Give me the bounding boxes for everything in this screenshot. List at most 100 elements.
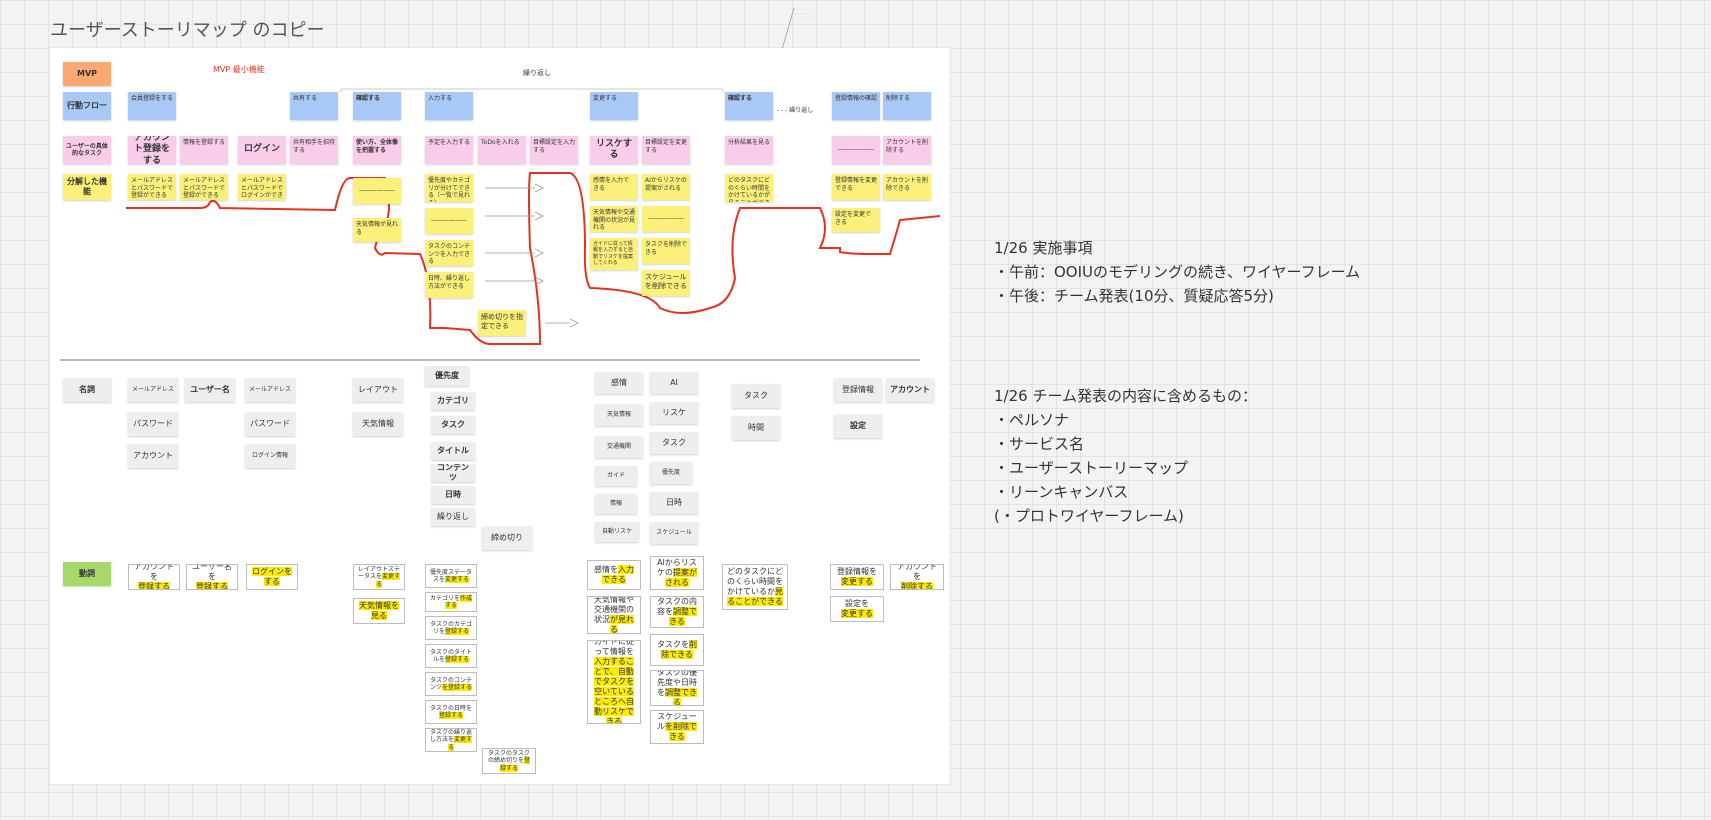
noun-sticky[interactable]: 日時 <box>650 492 698 514</box>
verb-sticky[interactable]: タスクのコンテンツを登録する <box>425 672 477 696</box>
noun-sticky[interactable]: スケジュール <box>650 522 698 544</box>
verb-sticky[interactable]: タスクの優先度や日時を調整できる <box>650 670 704 706</box>
noun-sticky[interactable]: タスク <box>650 432 698 454</box>
feature-sticky[interactable]: メールアドレスとパスワードで登録ができる <box>128 174 176 200</box>
noun-sticky[interactable]: 天気情報 <box>595 404 643 426</box>
noun-sticky[interactable]: コンテンツ <box>431 464 475 482</box>
task-sticky[interactable]: アカウントを削除する <box>883 136 931 164</box>
feature-sticky[interactable]: AIからリスケの提案がされる <box>642 174 690 200</box>
feature-sticky[interactable]: メールアドレスとパスワードで登録ができる <box>180 174 228 200</box>
noun-sticky[interactable]: 時間 <box>732 416 780 440</box>
flow-sticky[interactable]: 入力する <box>425 92 473 120</box>
flow-sticky[interactable]: 変更する <box>590 92 638 120</box>
verb-sticky[interactable]: 天気情報を見る <box>353 598 405 624</box>
noun-sticky[interactable]: 自動リスケ <box>595 522 639 542</box>
feature-sticky[interactable]: タスクを削除できる <box>642 238 690 264</box>
noun-row-label[interactable]: 名詞 <box>63 378 111 402</box>
task-sticky[interactable]: 目標設定を変更する <box>642 136 690 164</box>
task-sticky[interactable]: 分析結果を見る <box>725 136 773 164</box>
feature-sticky[interactable]: 登録情報を変更できる <box>832 174 880 200</box>
noun-sticky[interactable]: アカウント <box>128 444 178 468</box>
verb-sticky[interactable]: ユーザー名を 登録する <box>186 564 238 590</box>
flow-sticky[interactable]: 削除する <box>883 92 931 120</box>
meeting-notes-2[interactable]: 1/26 チーム発表の内容に含めるもの： ・ペルソナ ・サービス名 ・ユーザース… <box>994 384 1257 528</box>
feature-sticky[interactable]: 優先度やカテゴリが分けてできる（一覧で見れる） <box>425 174 473 202</box>
noun-sticky[interactable]: リスケ <box>650 402 698 424</box>
verb-sticky[interactable]: アカウントを 登録する <box>128 564 180 590</box>
feature-row-label[interactable]: 分解した機能 <box>63 174 111 200</box>
verb-sticky[interactable]: どのタスクにどのくらい時間をかけているか見ることができる <box>722 564 788 610</box>
noun-sticky[interactable]: カテゴリ <box>431 392 475 410</box>
task-sticky[interactable]: アカウント登録をする <box>128 136 176 164</box>
feature-sticky[interactable]: メールアドレスとパスワードでログインができる <box>238 174 286 200</box>
task-sticky[interactable]: リスケする <box>590 136 638 164</box>
noun-sticky[interactable]: 設定 <box>834 414 882 438</box>
verb-sticky[interactable]: レイアウトステータスを変更する <box>353 564 405 590</box>
noun-sticky[interactable]: 感情 <box>595 372 643 394</box>
verb-sticky[interactable]: タスクのタイトルを登録する <box>425 644 477 668</box>
verb-sticky[interactable]: タスクを削除できる <box>650 634 704 666</box>
feature-sticky[interactable]: —————— <box>353 178 401 204</box>
meeting-notes-1[interactable]: 1/26 実施事項 ・午前：OOIUのモデリングの続き、ワイヤーフレーム ・午後… <box>994 236 1360 308</box>
feature-sticky[interactable]: ガイドに従って情報を入力すると自動でリスケを提案してくれる <box>590 238 638 270</box>
feature-sticky[interactable]: —————— <box>425 208 473 234</box>
noun-sticky[interactable]: AI <box>650 372 698 394</box>
verb-sticky[interactable]: ログインをする <box>246 564 298 590</box>
noun-sticky[interactable]: タイトル <box>431 442 475 460</box>
verb-sticky[interactable]: AIからリスケの提案がされる <box>650 556 704 590</box>
verb-sticky[interactable]: タスクの内容を調整できる <box>650 596 704 628</box>
verb-sticky[interactable]: スケジュールを削除できる <box>650 710 704 744</box>
task-sticky[interactable]: —————— <box>832 136 880 164</box>
noun-sticky[interactable]: 交通機関 <box>595 436 643 458</box>
noun-sticky[interactable]: タスク <box>732 384 780 408</box>
noun-sticky[interactable]: 日時 <box>431 486 475 504</box>
feature-sticky[interactable]: どのタスクにどのくらい時間をかけているかが見ることができる <box>725 174 773 202</box>
verb-sticky[interactable]: 優先度ステータスを変更する <box>425 564 477 588</box>
verb-sticky[interactable]: タスクの繰り返し方法を変更する <box>425 728 477 752</box>
noun-sticky[interactable]: ユーザー名 <box>185 378 235 402</box>
noun-sticky[interactable]: 情報 <box>595 494 637 514</box>
verb-row-label[interactable]: 動詞 <box>63 562 111 586</box>
noun-sticky[interactable]: アカウント <box>886 378 934 402</box>
noun-sticky[interactable]: メールアドレス <box>128 378 178 402</box>
noun-sticky[interactable]: メールアドレス <box>245 378 295 402</box>
flow-sticky[interactable]: 登録情報の確認 <box>832 92 880 120</box>
verb-sticky[interactable]: タスクのカテゴリを登録する <box>425 616 477 640</box>
feature-sticky[interactable]: 設定を変更できる <box>832 208 880 232</box>
flow-sticky[interactable]: 会員登録をする <box>128 92 176 120</box>
feature-sticky[interactable]: スケジュールを削除できる <box>642 270 690 296</box>
noun-sticky[interactable]: 締め切り <box>482 526 532 550</box>
story-map-board[interactable]: MVP MVP 最小機能 繰り返し - - - 繰り返し 行動フロー 会員登録を… <box>50 48 950 784</box>
noun-sticky[interactable]: パスワード <box>245 412 295 436</box>
feature-sticky[interactable]: 天気情報や交通機関の状況が見れる <box>590 206 638 232</box>
feature-sticky[interactable]: 締め切りを指定できる <box>478 310 526 336</box>
noun-sticky[interactable]: 天気情報 <box>353 412 403 436</box>
flow-sticky[interactable]: 確認する <box>353 92 401 120</box>
noun-sticky[interactable]: ログイン情報 <box>245 444 295 468</box>
noun-sticky[interactable]: ガイド <box>595 466 637 486</box>
noun-sticky[interactable]: 繰り返し <box>431 508 475 526</box>
noun-sticky[interactable]: タスク <box>431 416 475 434</box>
verb-sticky[interactable]: 天気情報や交通機関の状況が見れる <box>587 596 641 634</box>
noun-sticky[interactable]: レイアウト <box>353 378 403 402</box>
verb-sticky[interactable]: タスクの日時を登録する <box>425 700 477 724</box>
feature-sticky[interactable]: タスクのコンテンツを入力できる <box>425 240 473 266</box>
mvp-label[interactable]: MVP <box>63 62 111 86</box>
feature-sticky[interactable]: 日時、繰り返し方法ができる <box>425 272 473 298</box>
task-row-label[interactable]: ユーザーの具体的なタスク <box>63 136 111 164</box>
noun-sticky[interactable]: 優先度 <box>650 462 692 484</box>
noun-sticky[interactable]: パスワード <box>128 412 178 436</box>
verb-sticky[interactable]: カテゴリを作成する <box>425 592 477 612</box>
feature-sticky[interactable]: 天気情報が見れる <box>353 218 401 242</box>
flow-row-label[interactable]: 行動フロー <box>63 92 111 120</box>
task-sticky[interactable]: ToDoを入れる <box>478 136 526 164</box>
verb-sticky[interactable]: 設定を 変更する <box>830 596 884 622</box>
verb-sticky[interactable]: タスクのタスクの締め切りを登録する <box>482 748 536 774</box>
verb-sticky[interactable]: ガイドに従って情報を入力することで、自動でタスクを空いているところへ自動リスケで… <box>587 640 641 724</box>
flow-sticky[interactable]: 共有する <box>290 92 338 120</box>
task-sticky[interactable]: 目標設定を入力する <box>530 136 578 164</box>
feature-sticky[interactable]: —————— <box>642 206 690 232</box>
task-sticky[interactable]: 情報を登録する <box>180 136 228 164</box>
task-sticky[interactable]: 共有相手を招待する <box>290 136 338 164</box>
noun-sticky[interactable]: 登録情報 <box>834 378 882 402</box>
